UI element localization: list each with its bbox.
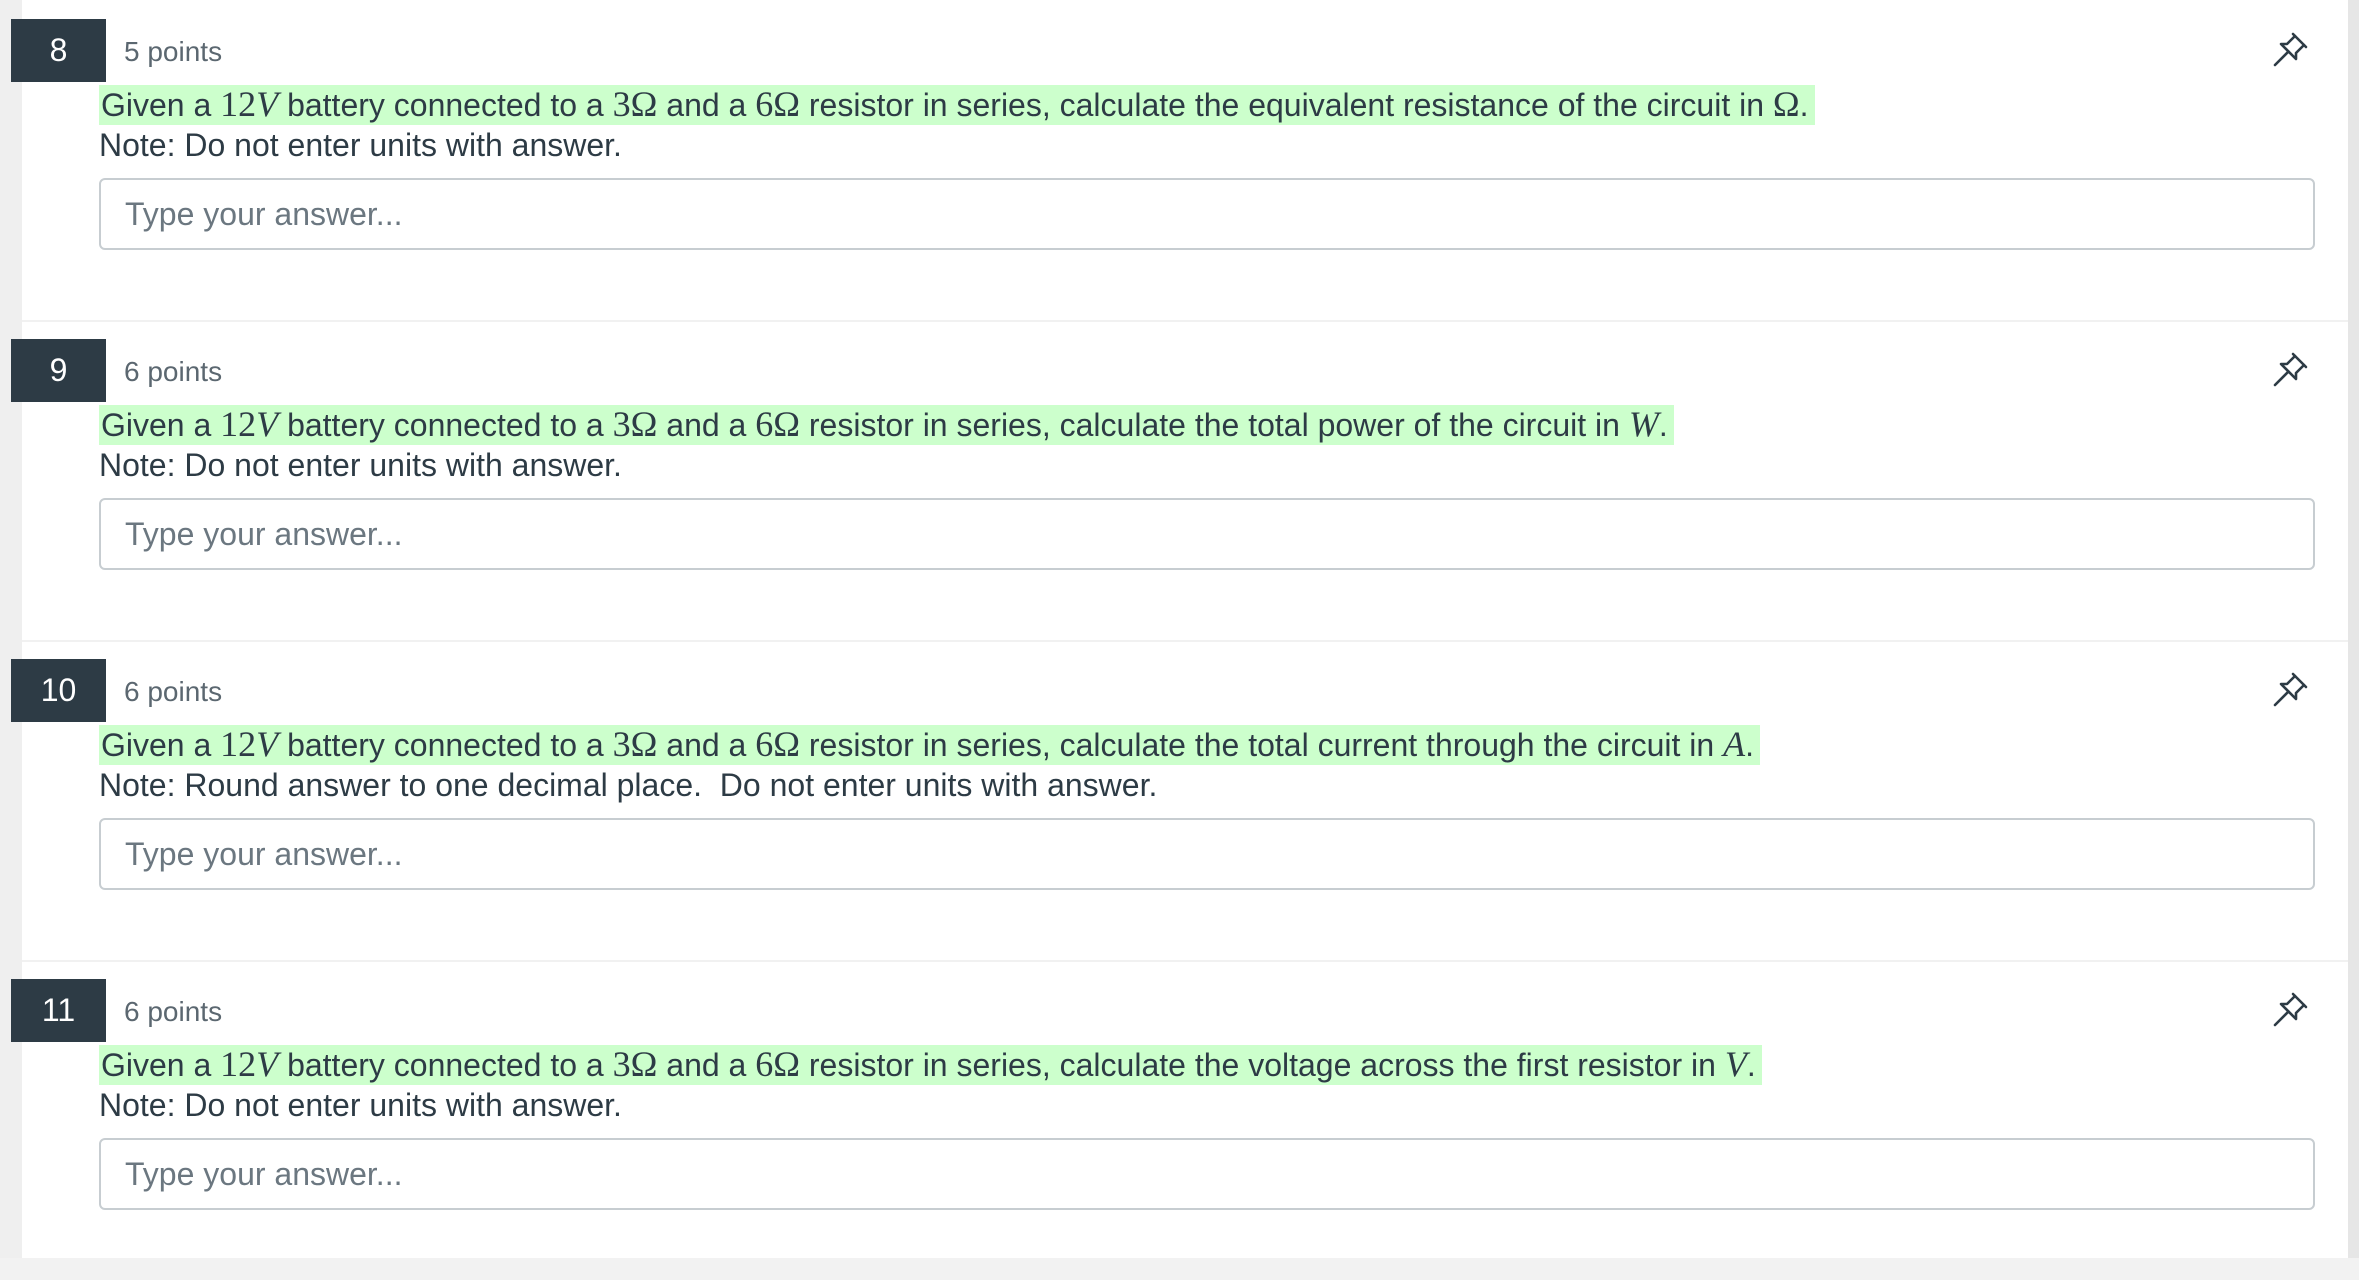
answer-input[interactable] (99, 1138, 2315, 1210)
question-11: 11 6 points Given a 12V battery connecte… (11, 960, 2348, 1280)
question-points: 6 points (124, 356, 223, 387)
quiz-content: 8 5 points Given a 12V battery connected… (11, 0, 2348, 1258)
scrollbar[interactable] (2348, 0, 2359, 1258)
question-8: 8 5 points Given a 12V battery connected… (11, 0, 2348, 322)
question-text-highlight: Given a 12V battery connected to a 3Ω an… (99, 724, 1760, 765)
question-text: Given a 12V battery connected to a 3Ω an… (99, 1044, 1762, 1085)
question-text-highlight: Given a 12V battery connected to a 3Ω an… (99, 1044, 1762, 1085)
question-note: Note: Round answer to one decimal place.… (99, 767, 1158, 803)
question-10: 10 6 points Given a 12V battery connecte… (11, 640, 2348, 962)
question-points: 6 points (124, 996, 223, 1027)
question-number: 9 (11, 339, 106, 402)
question-text-highlight: Given a 12V battery connected to a 3Ω an… (99, 84, 1815, 125)
question-points: 6 points (124, 676, 223, 707)
left-rail (0, 0, 22, 1258)
answer-input[interactable] (99, 498, 2315, 570)
pin-icon[interactable] (2268, 348, 2312, 392)
question-number: 10 (11, 659, 106, 722)
question-9: 9 6 points Given a 12V battery connected… (11, 320, 2348, 642)
question-note: Note: Do not enter units with answer. (99, 1087, 622, 1123)
pin-icon[interactable] (2268, 988, 2312, 1032)
question-note: Note: Do not enter units with answer. (99, 447, 622, 483)
question-number: 8 (11, 19, 106, 82)
question-number: 11 (11, 979, 106, 1042)
question-note: Note: Do not enter units with answer. (99, 127, 622, 163)
answer-input[interactable] (99, 818, 2315, 890)
question-text: Given a 12V battery connected to a 3Ω an… (99, 404, 1674, 445)
pin-icon[interactable] (2268, 668, 2312, 712)
answer-input[interactable] (99, 178, 2315, 250)
pin-icon[interactable] (2268, 28, 2312, 72)
question-points: 5 points (124, 36, 223, 67)
question-text: Given a 12V battery connected to a 3Ω an… (99, 724, 1760, 765)
question-text-highlight: Given a 12V battery connected to a 3Ω an… (99, 404, 1674, 445)
question-text: Given a 12V battery connected to a 3Ω an… (99, 84, 1815, 125)
